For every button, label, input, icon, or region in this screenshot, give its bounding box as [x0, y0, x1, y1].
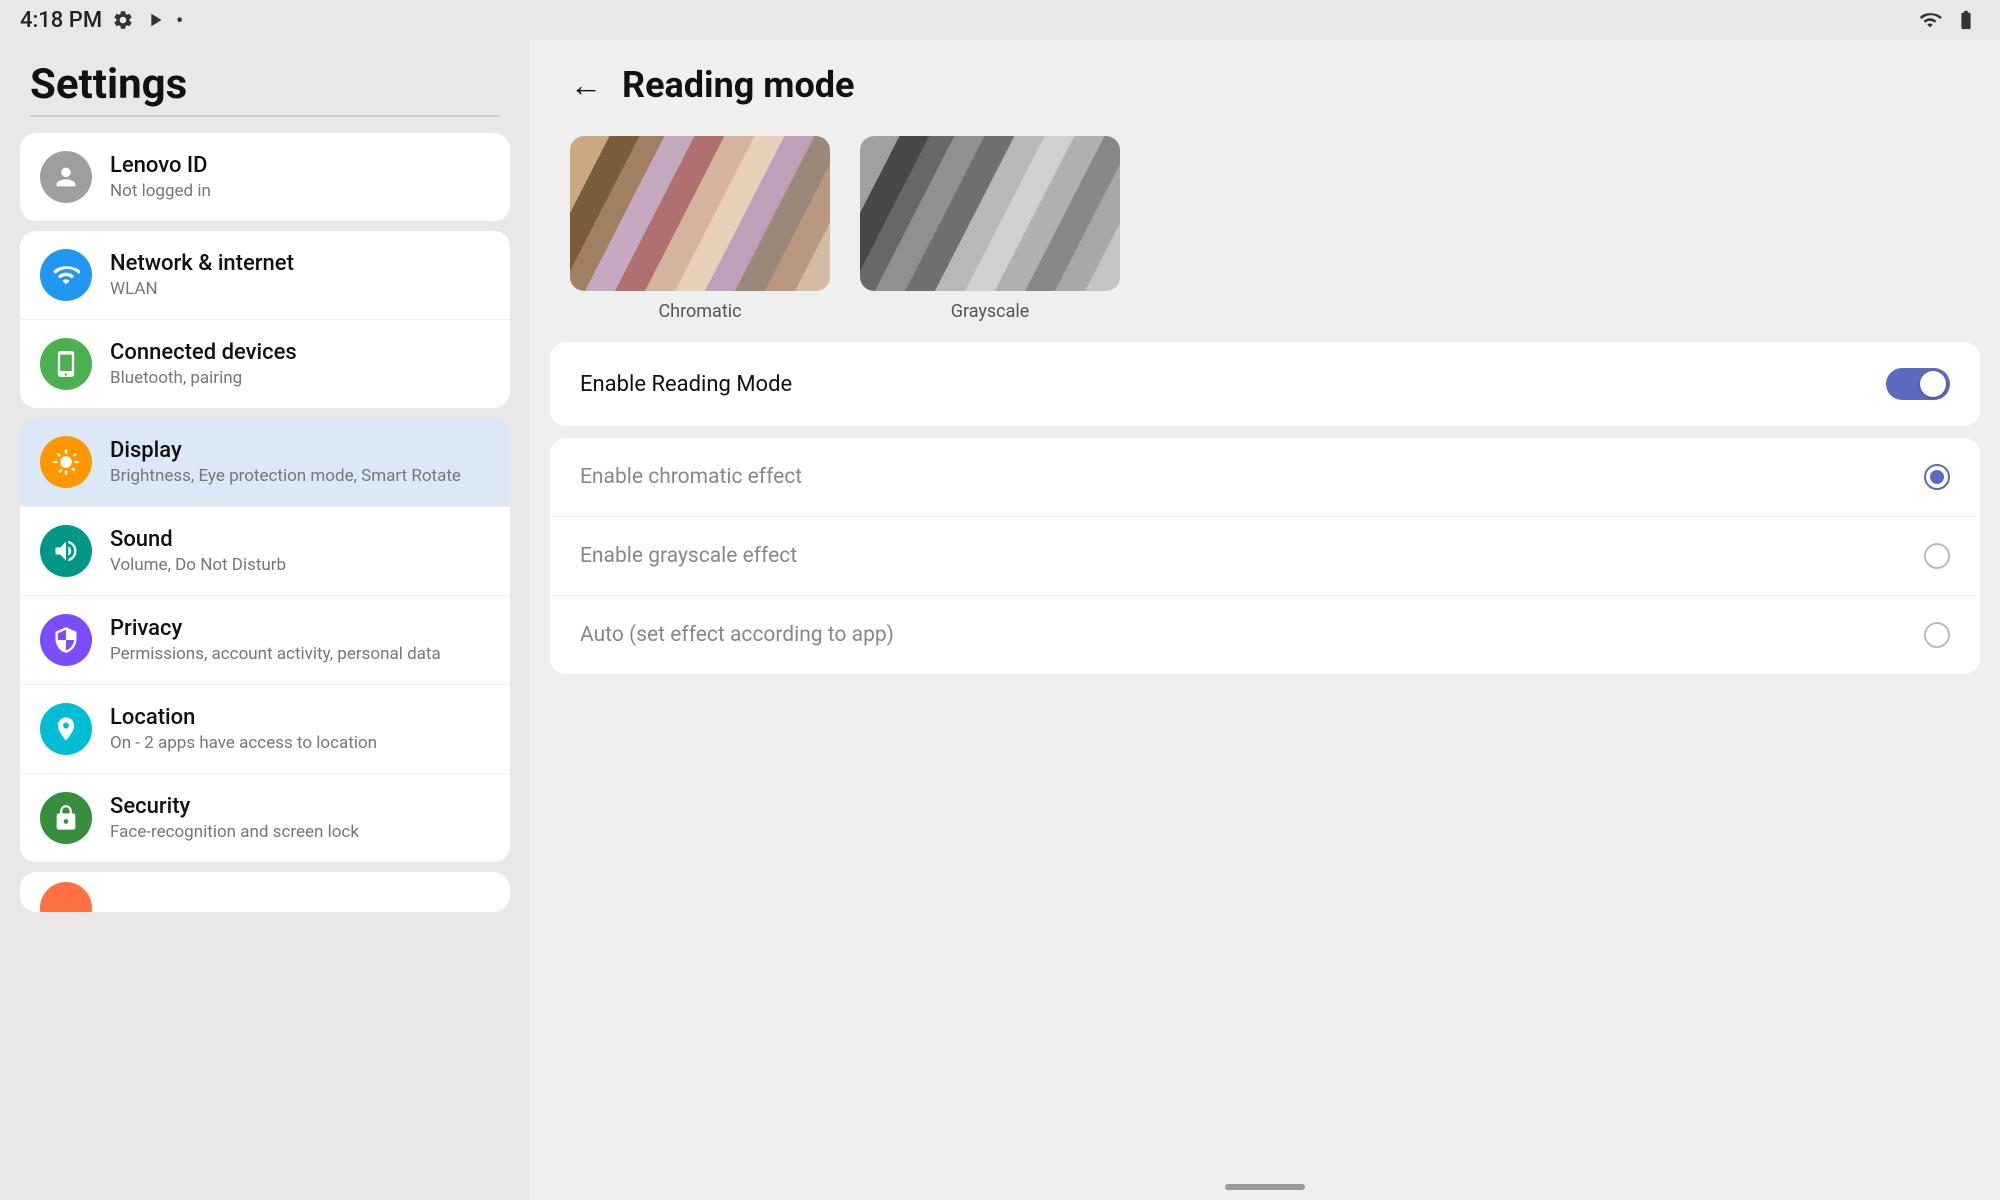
connected-devices-icon: [40, 338, 92, 390]
connected-devices-subtitle: Bluetooth, pairing: [110, 368, 297, 388]
network-text: Network & internet WLAN: [110, 251, 294, 299]
sound-text: Sound Volume, Do Not Disturb: [110, 527, 286, 575]
location-icon: [40, 703, 92, 755]
more-icon: [40, 882, 92, 912]
battery-icon: [1952, 9, 1980, 31]
time-display: 4:18 PM: [20, 8, 102, 33]
chromatic-label: Chromatic: [658, 301, 741, 322]
lenovo-id-icon: [40, 151, 92, 203]
main-settings-card: Display Brightness, Eye protection mode,…: [20, 418, 510, 862]
lenovo-id-card: Lenovo ID Not logged in: [20, 133, 510, 221]
grayscale-label: Grayscale: [951, 301, 1030, 322]
enable-reading-mode-card: Enable Reading Mode: [550, 342, 1980, 426]
status-icons: [1916, 9, 1980, 31]
toggle-knob: [1920, 371, 1946, 397]
connected-devices-text: Connected devices Bluetooth, pairing: [110, 340, 297, 388]
grayscale-swatch-box: [860, 136, 1120, 291]
location-title: Location: [110, 705, 377, 730]
enable-reading-mode-toggle[interactable]: [1886, 368, 1950, 400]
connected-devices-title: Connected devices: [110, 340, 297, 365]
privacy-subtitle: Permissions, account activity, personal …: [110, 644, 441, 664]
settings-title: Settings: [20, 50, 510, 115]
security-subtitle: Face-recognition and screen lock: [110, 822, 359, 842]
auto-option-row[interactable]: Auto (set effect according to app): [550, 596, 1980, 674]
wifi-icon: [1916, 9, 1944, 31]
security-text: Security Face-recognition and screen loc…: [110, 794, 359, 842]
chromatic-effect-radio[interactable]: [1924, 464, 1950, 490]
grayscale-effect-radio[interactable]: [1924, 543, 1950, 569]
privacy-title: Privacy: [110, 616, 441, 641]
display-text: Display Brightness, Eye protection mode,…: [110, 438, 461, 486]
scroll-indicator: [1225, 1184, 1305, 1190]
settings-panel: Settings Lenovo ID Not logged in: [0, 40, 530, 1200]
sound-subtitle: Volume, Do Not Disturb: [110, 555, 286, 575]
display-subtitle: Brightness, Eye protection mode, Smart R…: [110, 466, 461, 486]
privacy-text: Privacy Permissions, account activity, p…: [110, 616, 441, 664]
grayscale-effect-label: Enable grayscale effect: [580, 544, 797, 568]
chromatic-option-row[interactable]: Enable chromatic effect: [550, 438, 1980, 517]
security-item[interactable]: Security Face-recognition and screen loc…: [20, 774, 510, 862]
lenovo-id-title: Lenovo ID: [110, 153, 211, 178]
more-item[interactable]: [20, 872, 510, 912]
reading-header: ← Reading mode: [530, 40, 2000, 126]
network-icon: [40, 249, 92, 301]
privacy-item[interactable]: Privacy Permissions, account activity, p…: [20, 596, 510, 685]
settings-divider: [30, 115, 500, 117]
status-left: 4:18 PM •: [20, 8, 183, 33]
grayscale-swatch-item[interactable]: Grayscale: [860, 136, 1120, 322]
connected-devices-item[interactable]: Connected devices Bluetooth, pairing: [20, 320, 510, 408]
auto-effect-radio[interactable]: [1924, 622, 1950, 648]
chromatic-swatch-svg: [570, 136, 830, 291]
play-icon: [144, 9, 166, 31]
reading-mode-title: Reading mode: [622, 64, 854, 106]
location-text: Location On - 2 apps have access to loca…: [110, 705, 377, 753]
security-title: Security: [110, 794, 359, 819]
lenovo-id-subtitle: Not logged in: [110, 181, 211, 201]
network-group-card: Network & internet WLAN Connected device…: [20, 231, 510, 408]
status-bar: 4:18 PM •: [0, 0, 2000, 40]
more-card: [20, 872, 510, 912]
auto-effect-label: Auto (set effect according to app): [580, 623, 894, 647]
chromatic-swatch-box: [570, 136, 830, 291]
enable-reading-mode-label: Enable Reading Mode: [580, 372, 792, 397]
sound-title: Sound: [110, 527, 286, 552]
sound-item[interactable]: Sound Volume, Do Not Disturb: [20, 507, 510, 596]
network-internet-item[interactable]: Network & internet WLAN: [20, 231, 510, 320]
security-icon: [40, 792, 92, 844]
display-item[interactable]: Display Brightness, Eye protection mode,…: [20, 418, 510, 507]
reading-panel: ← Reading mode: [530, 40, 2000, 1200]
main-layout: Settings Lenovo ID Not logged in: [0, 40, 2000, 1200]
grayscale-option-row[interactable]: Enable grayscale effect: [550, 517, 1980, 596]
privacy-icon: [40, 614, 92, 666]
gear-icon: [112, 9, 134, 31]
swatches-row: Chromatic: [530, 126, 2000, 342]
chromatic-swatch-item[interactable]: Chromatic: [570, 136, 830, 322]
chromatic-effect-label: Enable chromatic effect: [580, 465, 802, 489]
grayscale-swatch-svg: [860, 136, 1120, 291]
location-subtitle: On - 2 apps have access to location: [110, 733, 377, 753]
display-icon: [40, 436, 92, 488]
network-subtitle: WLAN: [110, 279, 294, 299]
reading-options-card: Enable chromatic effect Enable grayscale…: [550, 438, 1980, 674]
back-button[interactable]: ←: [570, 69, 602, 101]
bottom-bar: [530, 1174, 2000, 1200]
dot-indicator: •: [176, 8, 183, 32]
lenovo-id-text: Lenovo ID Not logged in: [110, 153, 211, 201]
location-item[interactable]: Location On - 2 apps have access to loca…: [20, 685, 510, 774]
network-title: Network & internet: [110, 251, 294, 276]
display-title: Display: [110, 438, 461, 463]
sound-icon: [40, 525, 92, 577]
lenovo-id-item[interactable]: Lenovo ID Not logged in: [20, 133, 510, 221]
